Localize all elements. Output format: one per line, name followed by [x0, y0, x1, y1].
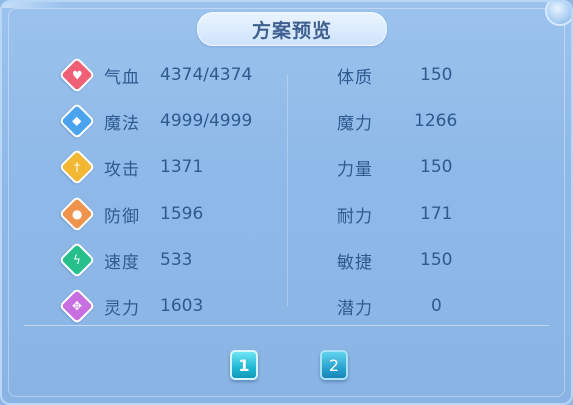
attr-value: 171 — [420, 204, 453, 224]
attr-row-magic: 魔力 1266 — [337, 106, 457, 136]
attr-label: 潜力 — [337, 298, 373, 319]
spirit-icon: ✥ — [58, 287, 96, 325]
mana-icon: ◆ — [58, 102, 96, 140]
attr-value: 0 — [431, 296, 442, 316]
attr-value: 150 — [420, 65, 453, 85]
attr-label: 魔力 — [337, 113, 373, 134]
attr-value: 1266 — [414, 111, 458, 131]
stat-value: 533 — [160, 250, 193, 270]
stat-label: 魔法 — [104, 113, 140, 134]
attr-row-agility: 敏捷 150 — [337, 245, 452, 275]
stat-row-attack: † 攻击 1371 — [58, 148, 203, 186]
scheme-preview-panel: ☁ ☁ 方案预览 ♥ 气血 4374/4374 ◆ 魔法 4999/4999 †… — [0, 0, 573, 405]
bottom-divider — [24, 325, 549, 326]
attr-row-constitution: 体质 150 — [337, 60, 452, 90]
stat-row-speed: ϟ 速度 533 — [58, 241, 192, 279]
stat-value: 1596 — [160, 204, 204, 224]
attr-value: 150 — [420, 250, 453, 270]
armor-icon: ● — [58, 195, 96, 233]
page-button-1[interactable]: 1 — [230, 350, 258, 380]
page-button-2[interactable]: 2 — [320, 350, 348, 380]
attr-label: 体质 — [337, 67, 373, 88]
attr-row-endurance: 耐力 171 — [337, 199, 452, 229]
attr-row-strength: 力量 150 — [337, 152, 452, 182]
attr-label: 力量 — [337, 159, 373, 180]
stat-row-defense: ● 防御 1596 — [58, 195, 203, 233]
stats-area: ♥ 气血 4374/4374 ◆ 魔法 4999/4999 † 攻击 1371 … — [2, 2, 571, 403]
stat-label: 防御 — [104, 206, 140, 227]
attr-row-potential: 潜力 0 — [337, 291, 442, 321]
stat-label: 灵力 — [104, 298, 140, 319]
stat-row-hp: ♥ 气血 4374/4374 — [58, 56, 252, 94]
sword-icon: † — [58, 148, 96, 186]
stat-value: 1371 — [160, 157, 204, 177]
stat-row-spirit: ✥ 灵力 1603 — [58, 287, 203, 325]
stat-value: 1603 — [160, 296, 204, 316]
stat-label: 攻击 — [104, 159, 140, 180]
attr-label: 敏捷 — [337, 252, 373, 273]
stat-value: 4999/4999 — [160, 111, 253, 131]
lightning-icon: ϟ — [58, 241, 96, 279]
stat-value: 4374/4374 — [160, 65, 253, 85]
stat-label: 气血 — [104, 67, 140, 88]
attr-label: 耐力 — [337, 206, 373, 227]
heart-icon: ♥ — [58, 56, 96, 94]
attr-value: 150 — [420, 157, 453, 177]
stat-row-mp: ◆ 魔法 4999/4999 — [58, 102, 252, 140]
stat-label: 速度 — [104, 252, 140, 273]
